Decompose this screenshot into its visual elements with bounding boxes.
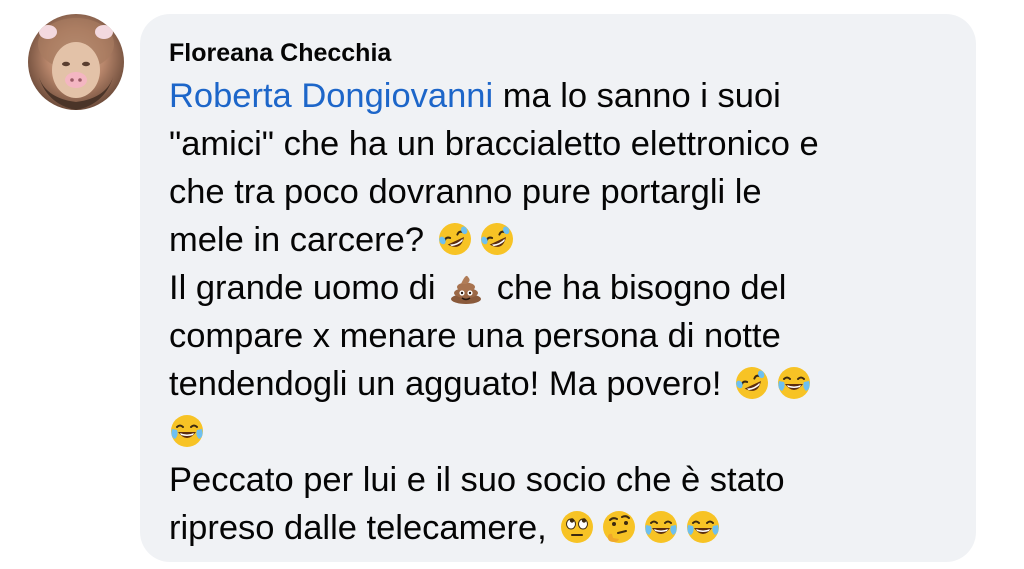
face-with-tears-of-joy-emoji: [685, 509, 721, 545]
avatar[interactable]: [28, 14, 124, 110]
face-with-tears-of-joy-emoji: [169, 413, 205, 449]
comment-text-segment: Peccato per lui e il suo socio che è sta…: [169, 461, 785, 499]
comment-text-segment: che tra poco dovranno pure portargli le: [169, 173, 762, 211]
comment-text-segment: ripreso dalle telecamere,: [169, 509, 557, 547]
comment-line: tendendogli un agguato! Ma povero!: [169, 360, 976, 408]
comment-text-segment: Il grande uomo di: [169, 269, 446, 307]
comment-text-segment: "amici" che ha un braccialetto elettroni…: [169, 125, 819, 163]
comment-line: Peccato per lui e il suo socio che è sta…: [169, 456, 976, 504]
rolling-on-the-floor-laughing-emoji: [479, 221, 515, 257]
comment-line: mele in carcere?: [169, 216, 976, 264]
comment-line: Roberta Dongiovanni ma lo sanno i suoi: [169, 72, 976, 120]
comment-text-segment: mele in carcere?: [169, 221, 434, 259]
avatar-photo: [38, 18, 114, 110]
comment-text-segment: compare x menare una persona di notte: [169, 317, 781, 355]
comment-line: Il grande uomo di che ha bisogno del: [169, 264, 976, 312]
comment-line: "amici" che ha un braccialetto elettroni…: [169, 120, 976, 168]
mention-link[interactable]: Roberta Dongiovanni: [169, 77, 493, 115]
comment-line: compare x menare una persona di notte: [169, 312, 976, 360]
pile-of-poo-emoji: [448, 269, 484, 305]
comment-line: [169, 408, 976, 456]
comment-line: che tra poco dovranno pure portargli le: [169, 168, 976, 216]
thinking-face-emoji: [601, 509, 637, 545]
rolling-on-the-floor-laughing-emoji: [437, 221, 473, 257]
rolling-on-the-floor-laughing-emoji: [734, 365, 770, 401]
comment-bubble: Floreana Checchia Roberta Dongiovanni ma…: [140, 14, 976, 562]
comment-line: ripreso dalle telecamere,: [169, 504, 976, 552]
comment-text: Roberta Dongiovanni ma lo sanno i suoi "…: [169, 72, 976, 552]
comment-text-segment: tendendogli un agguato! Ma povero!: [169, 365, 732, 403]
comment-text-segment: che ha bisogno del: [487, 269, 787, 307]
comment-author-name[interactable]: Floreana Checchia: [169, 36, 976, 72]
face-with-rolling-eyes-emoji: [559, 509, 595, 545]
face-with-tears-of-joy-emoji: [643, 509, 679, 545]
face-with-tears-of-joy-emoji: [776, 365, 812, 401]
comment-text-segment: ma lo sanno i suoi: [493, 77, 781, 115]
